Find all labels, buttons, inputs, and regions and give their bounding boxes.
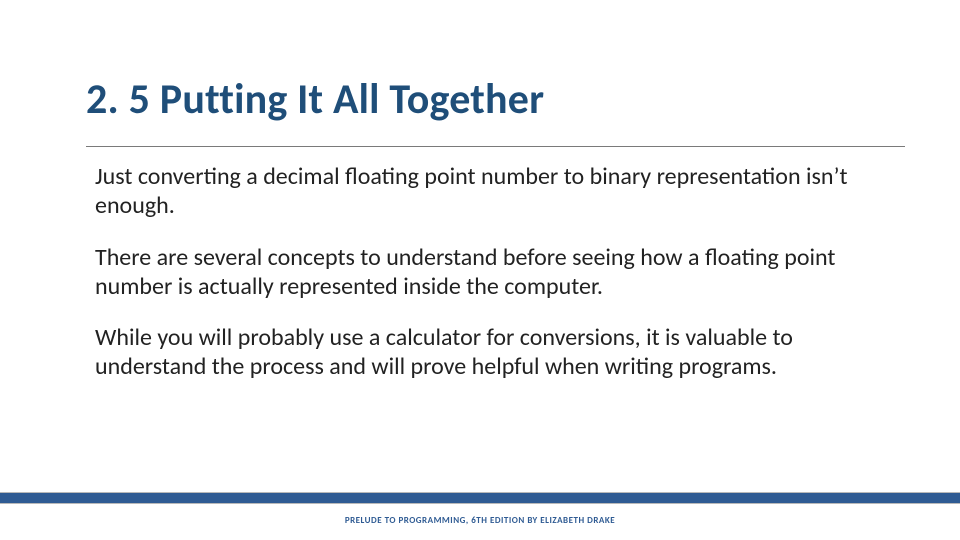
slide-title: 2. 5 Putting It All Together: [86, 78, 900, 122]
body-paragraph: While you will probably use a calculator…: [95, 323, 880, 382]
slide: 2. 5 Putting It All Together Just conver…: [0, 0, 960, 540]
title-underline: [86, 146, 905, 147]
body-paragraph: Just converting a decimal floating point…: [95, 162, 880, 221]
footer-bar: [0, 492, 960, 504]
slide-body: Just converting a decimal floating point…: [95, 162, 880, 404]
body-paragraph: There are several concepts to understand…: [95, 243, 880, 302]
footer-text: PRELUDE TO PROGRAMMING, 6TH EDITION BY E…: [0, 515, 960, 526]
